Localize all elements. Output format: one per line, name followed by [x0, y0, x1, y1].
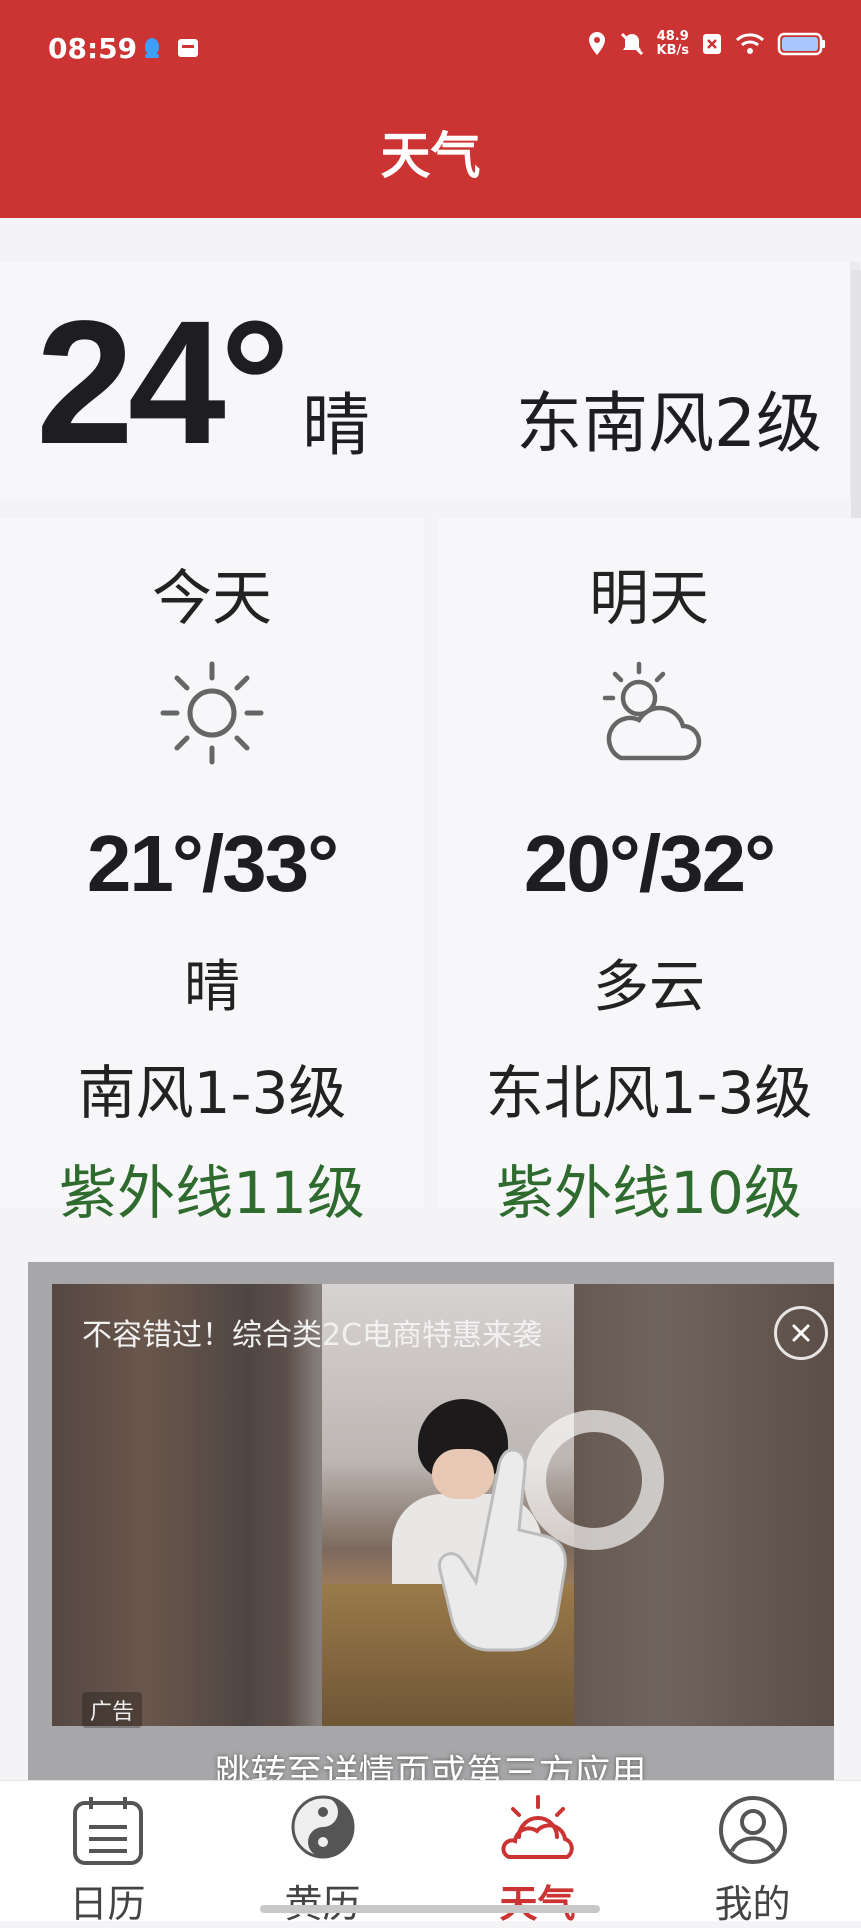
- close-icon: [792, 1324, 810, 1342]
- ad-title: 不容错过！综合类2C电商特惠来袭: [82, 1318, 543, 1353]
- wallet-notification-icon: [178, 39, 198, 57]
- ad-close-button[interactable]: [774, 1306, 828, 1360]
- qq-notification-icon: [145, 38, 159, 58]
- page-title: 天气: [380, 127, 481, 185]
- forecast-temp-range: 20°/32°: [523, 819, 776, 908]
- bottom-tab-bar: 日历 黄历 天气 我的: [0, 1780, 861, 1926]
- calendar-icon: [71, 1793, 145, 1871]
- app-header: 天气: [0, 100, 861, 218]
- home-indicator[interactable]: [260, 1905, 600, 1913]
- yin-yang-icon: [289, 1793, 357, 1865]
- partly-cloudy-icon: [591, 658, 707, 772]
- forecast-condition: 多云: [593, 955, 705, 1020]
- forecast-card-today: 今天 21°/33° 晴 南风1-3级 紫外线11级: [0, 518, 424, 1227]
- forecast-condition: 晴: [184, 955, 240, 1020]
- ad-label: 广告: [82, 1692, 143, 1728]
- forecast-wind: 东北风1-3级: [485, 1059, 813, 1127]
- tab-calendar[interactable]: 日历: [0, 1781, 215, 1926]
- forecast-uv: 紫外线11级: [59, 1159, 365, 1227]
- pointing-hand-icon: [430, 1430, 580, 1664]
- current-condition: 晴: [302, 387, 371, 466]
- no-sim-icon: [703, 34, 721, 54]
- tab-almanac[interactable]: 黄历: [215, 1781, 430, 1926]
- tab-profile[interactable]: 我的: [645, 1781, 860, 1926]
- location-icon: [588, 32, 605, 55]
- battery-icon: [777, 32, 825, 56]
- wifi-icon: [735, 33, 765, 54]
- current-temperature: 24°: [36, 285, 290, 481]
- weather-sun-icon: [500, 1793, 575, 1871]
- sun-icon: [157, 658, 267, 772]
- forecast-card-tomorrow: 明天 20°/32° 多云 东北风1-3级 紫外线10级: [437, 518, 861, 1227]
- forecast-day-label: 今天: [152, 564, 272, 634]
- status-bar: 08:59 48.9 KB/s: [0, 0, 861, 100]
- current-weather-card: 24° 晴 东南风2级: [0, 262, 860, 500]
- network-speed: 48.9 KB/s: [656, 29, 689, 58]
- mute-bell-icon: [620, 32, 643, 56]
- forecast-uv: 紫外线10级: [496, 1159, 802, 1227]
- forecast-day-label: 明天: [589, 564, 709, 634]
- profile-icon: [716, 1793, 790, 1871]
- tab-weather[interactable]: 天气: [430, 1781, 645, 1926]
- forecast-wind: 南风1-3级: [77, 1059, 347, 1127]
- current-wind: 东南风2级: [516, 385, 822, 462]
- status-time: 08:59: [48, 32, 138, 65]
- forecast-temp-range: 21°/33°: [86, 819, 339, 908]
